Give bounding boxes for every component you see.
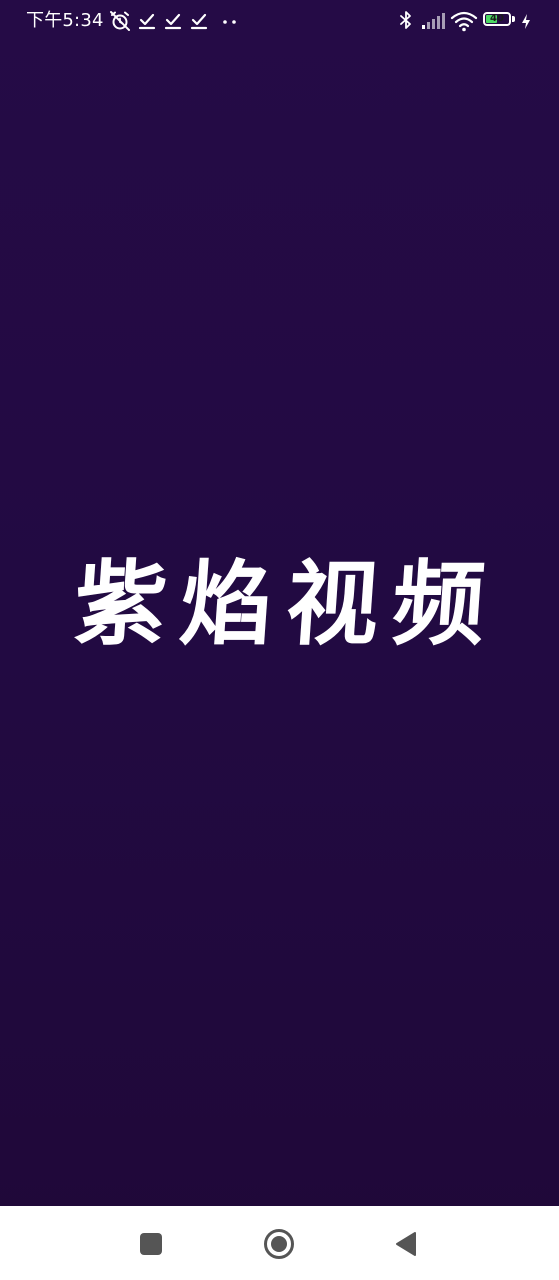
home-button[interactable]: [259, 1224, 299, 1264]
muted-alarm-icon: [110, 11, 130, 31]
bluetooth-icon: [400, 11, 411, 29]
back-triangle-icon: [396, 1232, 416, 1256]
status-time: 下午5:34: [26, 10, 104, 31]
splash-screen: 下午5:34 40 紫焰视频: [0, 0, 559, 1280]
square-icon: [140, 1233, 162, 1255]
check-notification-icon: [138, 13, 156, 30]
navigation-bar: [0, 1206, 559, 1280]
status-bar: 下午5:34 40: [0, 0, 559, 42]
back-button[interactable]: [386, 1224, 426, 1264]
check-notification-icon: [164, 13, 182, 30]
battery-level: 40: [490, 13, 504, 24]
battery-icon: 40: [483, 11, 517, 29]
more-notifications-icon: [223, 20, 236, 24]
circle-icon: [264, 1229, 294, 1259]
wifi-icon: [450, 11, 478, 32]
signal-icon: [422, 13, 445, 29]
charging-icon: [522, 14, 530, 29]
recent-apps-button[interactable]: [131, 1224, 171, 1264]
check-notification-icon: [190, 13, 208, 30]
app-title: 紫焰视频: [70, 551, 503, 658]
